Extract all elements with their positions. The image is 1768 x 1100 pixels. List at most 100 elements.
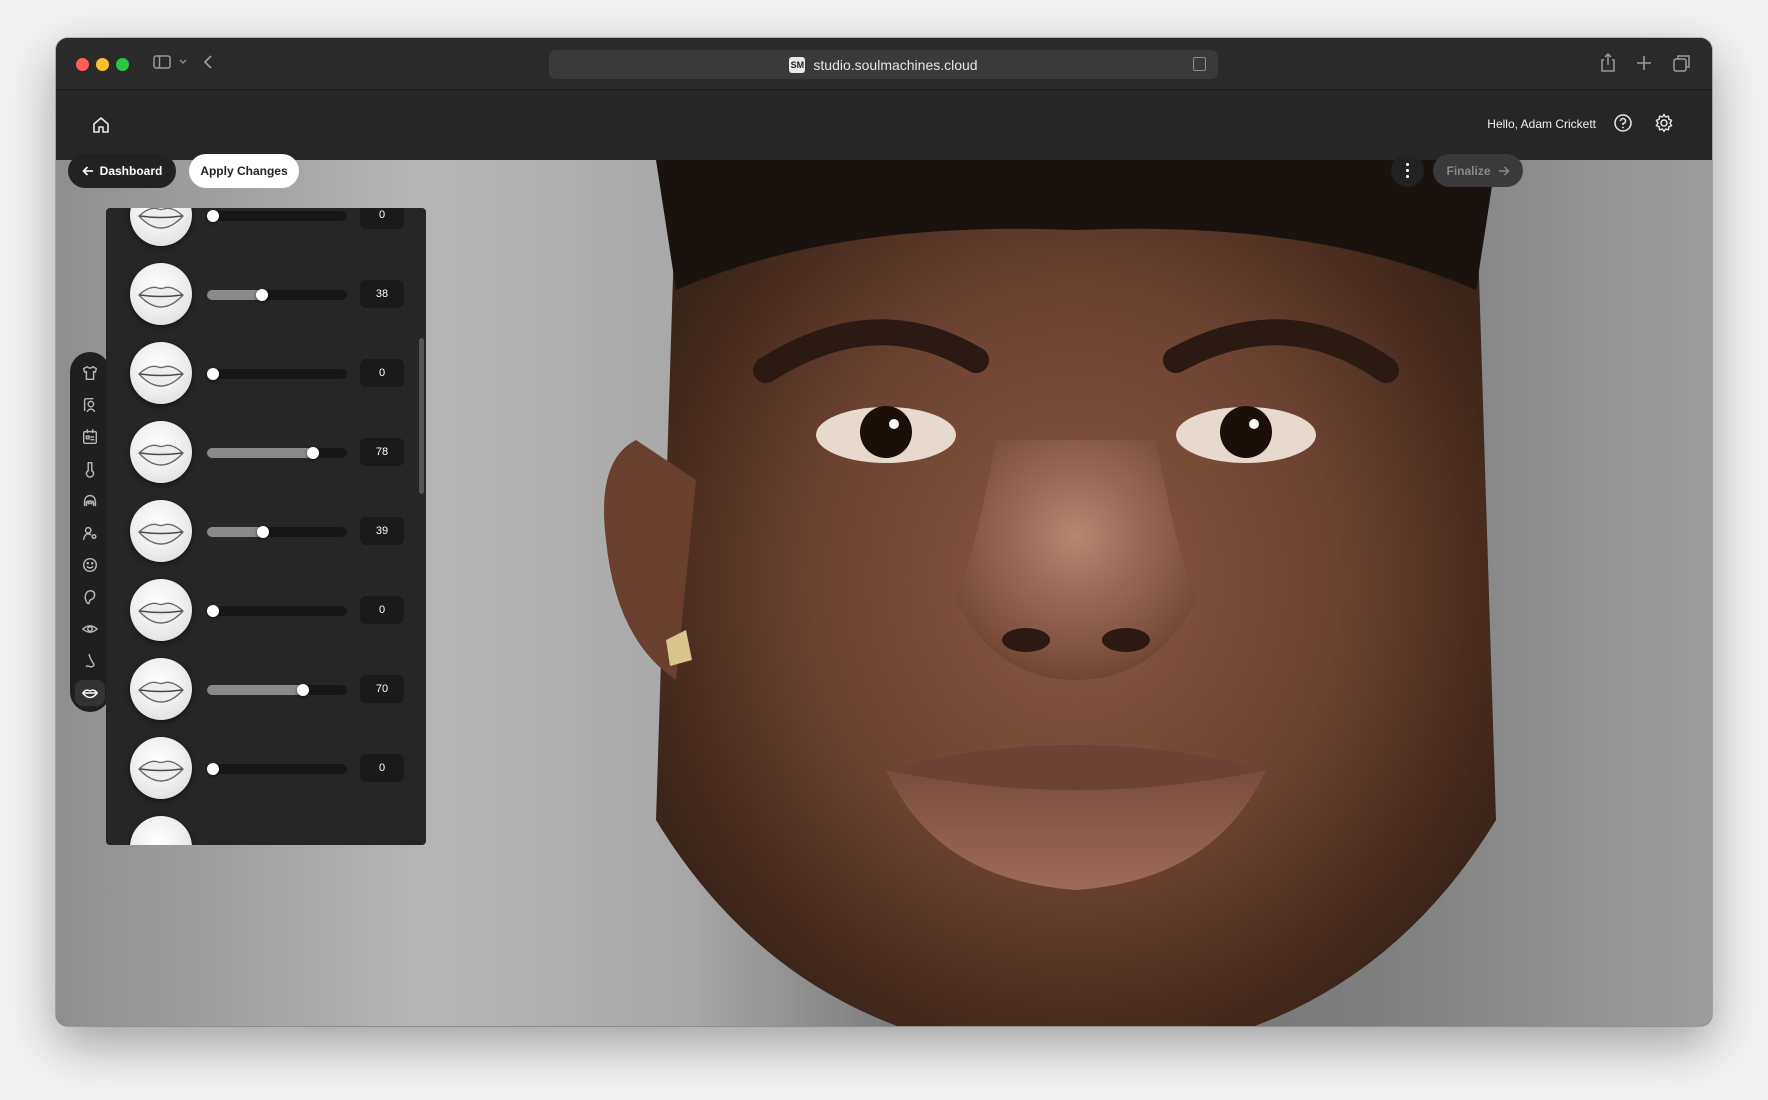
category-toolbar [70, 352, 110, 712]
slider-handle[interactable] [306, 447, 319, 459]
toolbar-item-eyes[interactable] [75, 616, 105, 642]
slider-row: 39 [106, 490, 416, 579]
slider-value-field[interactable]: 0 [360, 596, 404, 624]
smile-icon [82, 557, 98, 573]
slider-value-field[interactable]: 70 [360, 675, 404, 703]
slider-handle[interactable] [296, 684, 309, 696]
shirt-icon [82, 365, 98, 381]
url-text: studio.soulmachines.cloud [813, 56, 978, 73]
toolbar-item-body[interactable] [75, 520, 105, 546]
toolbar-item-presets[interactable] [75, 424, 105, 450]
slider-row: 78 [106, 411, 416, 500]
app-header: Hello, Adam Crickett [56, 90, 1712, 160]
help-icon[interactable] [1612, 112, 1634, 134]
slider-value-field[interactable]: 39 [360, 517, 404, 545]
chevron-down-icon[interactable] [177, 52, 189, 79]
hair-icon [83, 494, 97, 507]
finalize-label: Finalize [1446, 163, 1491, 178]
slider-value-field[interactable]: 0 [360, 208, 404, 229]
address-bar[interactable]: SM studio.soulmachines.cloud [549, 50, 1218, 79]
home-icon[interactable] [90, 114, 112, 136]
toolbar-item-skin[interactable] [75, 456, 105, 482]
mouth-shape-preview [130, 658, 192, 720]
sidebar-toggle-icon[interactable] [152, 52, 172, 79]
dot-icon [1406, 175, 1409, 178]
finalize-button[interactable]: Finalize [1433, 154, 1523, 187]
minimize-window-button[interactable] [96, 58, 109, 71]
slider-row: 0 [106, 569, 416, 658]
toolbar-item-nose[interactable] [75, 648, 105, 674]
slider-row: 0 [106, 332, 416, 421]
slider-fill [207, 448, 313, 458]
person-settings-icon [82, 526, 97, 541]
shape-slider[interactable] [207, 368, 347, 380]
slider-fill [207, 685, 303, 695]
mouth-shape-preview [130, 816, 192, 845]
share-icon[interactable] [1599, 52, 1617, 81]
toolbar-item-hair[interactable] [75, 488, 105, 514]
browser-toolbar: SM studio.soulmachines.cloud [56, 38, 1712, 90]
slider-fill [207, 527, 263, 537]
face-frame-icon [83, 397, 96, 413]
slider-fill [207, 290, 262, 300]
apply-changes-button[interactable]: Apply Changes [189, 154, 299, 188]
tab-overview-icon[interactable] [1672, 52, 1692, 81]
shape-slider[interactable] [207, 210, 347, 222]
back-arrow-icon[interactable] [200, 52, 216, 79]
digital-human-face [604, 160, 1496, 1026]
shape-slider[interactable] [207, 289, 347, 301]
lips-icon [82, 689, 98, 699]
slider-value-field[interactable]: 78 [360, 438, 404, 466]
site-favicon: SM [789, 56, 806, 73]
mouth-shape-preview [130, 263, 192, 325]
slider-value-field[interactable]: 0 [360, 359, 404, 387]
shape-slider[interactable] [207, 684, 347, 696]
mouth-shape-preview [130, 579, 192, 641]
close-window-button[interactable] [76, 58, 89, 71]
settings-icon[interactable] [1653, 112, 1675, 134]
mouth-shape-preview [130, 500, 192, 562]
shape-slider[interactable] [207, 605, 347, 617]
new-tab-icon[interactable] [1635, 52, 1653, 81]
dot-icon [1406, 163, 1409, 166]
toolbar-item-clothing[interactable] [75, 360, 105, 386]
dot-icon [1406, 169, 1409, 172]
apply-changes-label: Apply Changes [200, 164, 288, 178]
slider-handle[interactable] [207, 210, 219, 222]
mouth-shape-preview [130, 208, 192, 246]
slider-handle[interactable] [207, 368, 219, 380]
slider-handle[interactable] [255, 289, 268, 301]
nose-icon [85, 653, 95, 668]
slider-row: 70 [106, 648, 416, 737]
zoom-window-button[interactable] [116, 58, 129, 71]
skin-tone-icon [85, 461, 95, 478]
mouth-shape-preview [130, 737, 192, 799]
mouth-shape-preview [130, 342, 192, 404]
toolbar-item-expression[interactable] [75, 552, 105, 578]
reader-icon[interactable] [1193, 57, 1206, 71]
slider-row: 38 [106, 253, 416, 342]
mouth-shape-panel: 0 38 0 78 39 0 70 0 [106, 208, 426, 845]
arrow-left-icon [82, 166, 93, 176]
toolbar-item-ears[interactable] [75, 584, 105, 610]
toolbar-item-mouth[interactable] [75, 680, 105, 706]
more-options-button[interactable] [1391, 154, 1424, 187]
eye-icon [82, 625, 98, 633]
slider-handle[interactable] [207, 605, 219, 617]
shape-slider[interactable] [207, 763, 347, 775]
panel-scrollbar[interactable] [419, 338, 424, 494]
slider-value-field[interactable]: 38 [360, 280, 404, 308]
dashboard-button[interactable]: Dashboard [68, 154, 176, 188]
arrow-right-icon [1498, 165, 1510, 176]
user-greeting: Hello, Adam Crickett [1487, 117, 1596, 131]
toolbar-item-head[interactable] [75, 392, 105, 418]
browser-window: SM studio.soulmachines.cloud Hello, Adam… [56, 38, 1712, 1026]
slider-handle[interactable] [207, 763, 219, 775]
shape-slider[interactable] [207, 447, 347, 459]
slider-value-field[interactable]: 0 [360, 754, 404, 782]
mouth-shape-preview [130, 421, 192, 483]
shape-slider[interactable] [207, 526, 347, 538]
slider-handle[interactable] [256, 526, 269, 538]
ear-icon [84, 589, 96, 605]
id-card-icon [82, 429, 98, 445]
